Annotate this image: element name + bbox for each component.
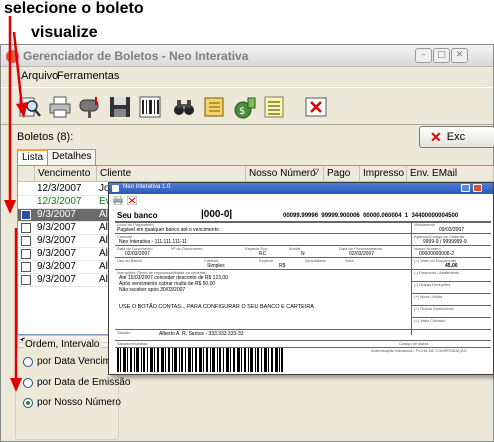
arrow-select-head <box>4 200 16 214</box>
arrow-visualize <box>12 31 24 109</box>
arrow-visualize-head <box>16 102 28 118</box>
annotation-arrows <box>4 16 28 392</box>
arrow-ordem-head <box>10 378 22 392</box>
